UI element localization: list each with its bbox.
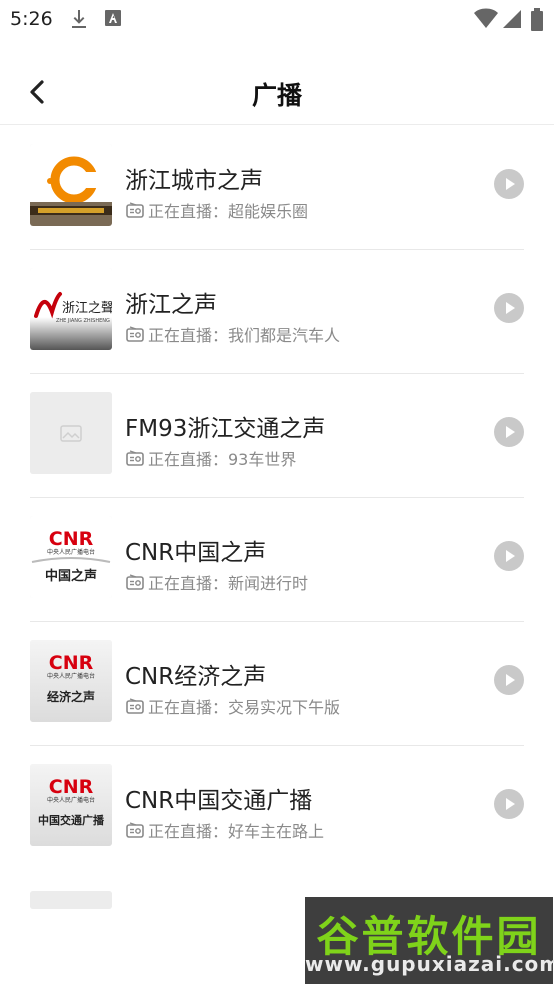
station-name: CNR经济之声 [125, 664, 267, 690]
station-logo: CNR 中央人民广播电台 经济之声 [30, 640, 112, 722]
station-logo [30, 144, 112, 226]
now-playing-text: 正在直播：交易实况下午版 [148, 698, 341, 717]
station-row[interactable]: 浙江城市之声 正在直播：超能娱乐圈 [30, 125, 524, 250]
svg-text:中央人民广播电台: 中央人民广播电台 [47, 672, 95, 680]
now-playing: 正在直播：好车主在路上 [126, 818, 324, 842]
play-button[interactable] [494, 293, 524, 323]
image-placeholder-icon [60, 425, 82, 442]
station-logo-placeholder [30, 392, 112, 474]
play-button[interactable] [494, 789, 524, 819]
now-playing-text: 正在直播：我们都是汽车人 [148, 326, 341, 345]
wifi-icon [474, 8, 498, 34]
page-title: 广播 [251, 81, 302, 110]
svg-text:中央人民广播电台: 中央人民广播电台 [47, 796, 95, 804]
play-icon [506, 426, 515, 438]
app-header: 广播 [0, 62, 554, 125]
play-button[interactable] [494, 541, 524, 571]
play-icon [506, 550, 515, 562]
svg-text:CNR: CNR [49, 776, 94, 798]
station-name: 浙江城市之声 [125, 168, 263, 194]
station-name: CNR中国之声 [125, 540, 267, 566]
radio-icon [126, 450, 144, 466]
station-logo: CNR 中央人民广播电台 中国交通广播 [30, 764, 112, 846]
now-playing-text: 正在直播：93车世界 [148, 450, 297, 469]
watermark: 谷普软件园 www.gupuxiazai.com [305, 897, 554, 984]
play-icon [506, 798, 515, 810]
now-playing: 正在直播：93车世界 [126, 446, 296, 470]
svg-text:中国之声: 中国之声 [45, 568, 97, 584]
station-row[interactable]: 浙江之聲 ZHE JIANG ZHISHENG 浙江之声 正在直播：我们都是汽车… [30, 249, 524, 374]
svg-text:CNR: CNR [49, 528, 94, 550]
now-playing: 正在直播：交易实况下午版 [126, 694, 340, 718]
svg-text:中国交通广播: 中国交通广播 [38, 813, 105, 827]
play-button[interactable] [494, 665, 524, 695]
radio-icon [126, 326, 144, 342]
a-notification-icon [104, 8, 122, 32]
radio-icon [126, 822, 144, 838]
radio-icon [126, 698, 144, 714]
play-icon [506, 178, 515, 190]
play-icon [506, 302, 515, 314]
battery-icon [530, 8, 544, 36]
now-playing: 正在直播：我们都是汽车人 [126, 322, 340, 346]
station-logo-placeholder [30, 891, 112, 909]
watermark-url: www.gupuxiazai.com [305, 952, 554, 976]
station-logo: 浙江之聲 ZHE JIANG ZHISHENG [30, 268, 112, 350]
now-playing-text: 正在直播：好车主在路上 [148, 822, 325, 841]
station-row[interactable]: FM93浙江交通之声 正在直播：93车世界 [30, 373, 524, 498]
station-row[interactable]: CNR 中央人民广播电台 经济之声 CNR经济之声 正在直播：交易实况下午版 [30, 621, 524, 746]
download-icon [70, 8, 88, 34]
now-playing-text: 正在直播：超能娱乐圈 [148, 202, 309, 221]
status-bar: 5:26 [0, 0, 554, 38]
signal-icon [502, 8, 522, 34]
now-playing: 正在直播：新闻进行时 [126, 570, 308, 594]
svg-text:中央人民广播电台: 中央人民广播电台 [47, 548, 95, 556]
svg-text:CNR: CNR [49, 652, 94, 674]
now-playing: 正在直播：超能娱乐圈 [126, 198, 308, 222]
radio-icon [126, 202, 144, 218]
radio-icon [126, 574, 144, 590]
station-name: CNR中国交通广播 [125, 788, 313, 814]
status-time: 5:26 [10, 8, 53, 30]
svg-text:经济之声: 经济之声 [47, 689, 95, 704]
station-row[interactable]: CNR 中央人民广播电台 中国之声 CNR中国之声 正在直播：新闻进行时 [30, 497, 524, 622]
svg-text:ZHE JIANG ZHISHENG: ZHE JIANG ZHISHENG [56, 318, 110, 324]
play-icon [506, 674, 515, 686]
station-name: FM93浙江交通之声 [125, 416, 326, 442]
svg-text:浙江之聲: 浙江之聲 [62, 300, 112, 316]
station-row[interactable]: CNR 中央人民广播电台 中国交通广播 CNR中国交通广播 正在直播：好车主在路… [30, 745, 524, 869]
play-button[interactable] [494, 169, 524, 199]
station-logo: CNR 中央人民广播电台 中国之声 [30, 516, 112, 598]
station-name: 浙江之声 [125, 292, 217, 318]
now-playing-text: 正在直播：新闻进行时 [148, 574, 309, 593]
play-button[interactable] [494, 417, 524, 447]
